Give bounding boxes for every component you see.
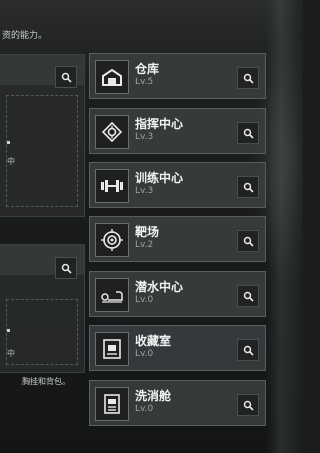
facility-name: 收藏室	[135, 334, 172, 348]
facility-level: Lv.0	[135, 404, 154, 414]
search-button[interactable]	[237, 285, 259, 307]
facility-level: Lv.2	[135, 240, 154, 250]
search-button[interactable]	[55, 257, 77, 279]
left-panel-2-slot[interactable]: 中	[6, 299, 78, 365]
facility-level: Lv.5	[135, 77, 154, 87]
facility-item-command-center[interactable]: 指挥中心 Lv.3	[89, 108, 266, 154]
facility-item-training-center[interactable]: 训练中心 Lv.3	[89, 162, 266, 208]
facility-name: 潜水中心	[135, 280, 184, 294]
facility-level: Lv.3	[135, 186, 154, 196]
search-button[interactable]	[237, 339, 259, 361]
warehouse-icon	[95, 60, 129, 94]
facility-name: 仓库	[135, 62, 160, 76]
facility-item-decontamination[interactable]: 洗消舱 Lv.0	[89, 380, 266, 426]
diving-icon	[95, 278, 129, 312]
command-center-icon	[95, 115, 129, 149]
facility-name: 靶场	[135, 225, 160, 239]
search-icon	[243, 182, 254, 193]
search-icon	[61, 72, 72, 83]
search-icon	[243, 236, 254, 247]
search-button[interactable]	[55, 66, 77, 88]
search-button[interactable]	[237, 67, 259, 89]
facility-name: 洗消舱	[135, 389, 172, 403]
left-panel-2[interactable]: 中	[0, 244, 85, 373]
search-button[interactable]	[237, 230, 259, 252]
intro-text: 资的能力。	[2, 31, 48, 41]
left-panel-1[interactable]: 中	[0, 54, 85, 217]
target-icon	[95, 223, 129, 257]
facility-item-diving-center[interactable]: 潜水中心 Lv.0	[89, 271, 266, 317]
facility-level: Lv.0	[135, 295, 154, 305]
left-panel-1-slot[interactable]: 中	[6, 95, 78, 207]
search-icon	[243, 73, 254, 84]
search-icon	[61, 263, 72, 274]
bottom-description: 胸挂和背包。	[22, 377, 70, 386]
search-icon	[243, 400, 254, 411]
search-button[interactable]	[237, 394, 259, 416]
facility-level: Lv.3	[135, 132, 154, 142]
search-button[interactable]	[237, 122, 259, 144]
facility-name: 训练中心	[135, 171, 184, 185]
collection-icon	[95, 332, 129, 366]
facility-item-collection-room[interactable]: 收藏室 Lv.0	[89, 325, 266, 371]
facility-name: 指挥中心	[135, 117, 184, 131]
marker-dot	[7, 329, 10, 332]
search-icon	[243, 128, 254, 139]
left-panel-2-mid: 中	[7, 349, 15, 358]
marker-dot	[7, 141, 10, 144]
search-button[interactable]	[237, 176, 259, 198]
facility-level: Lv.0	[135, 349, 154, 359]
decontamination-icon	[95, 387, 129, 421]
search-icon	[243, 291, 254, 302]
search-icon	[243, 345, 254, 356]
left-panel-1-mid: 中	[7, 157, 15, 166]
facility-item-warehouse[interactable]: 仓库 Lv.5	[89, 53, 266, 99]
facility-item-shooting-range[interactable]: 靶场 Lv.2	[89, 216, 266, 262]
dumbbell-icon	[95, 169, 129, 203]
character-art	[266, 0, 303, 453]
